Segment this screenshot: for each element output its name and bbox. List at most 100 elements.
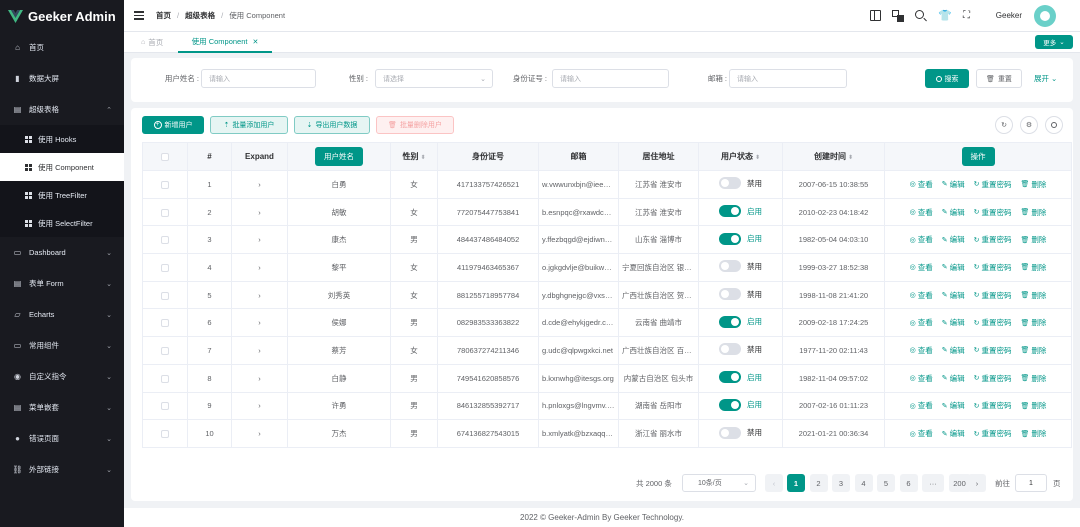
- sidebar-item[interactable]: ⌂ 首页: [0, 32, 124, 63]
- view-button[interactable]: ◎ 查看: [910, 179, 933, 190]
- page-size-select[interactable]: 10条/页 ⌄: [682, 474, 756, 492]
- row-checkbox[interactable]: [142, 225, 188, 255]
- delete-button[interactable]: 🗑 删除: [1020, 234, 1046, 245]
- delete-button[interactable]: 🗑 删除: [1020, 207, 1046, 218]
- email-input[interactable]: 请输入: [729, 69, 847, 88]
- search-toggle-button[interactable]: [1045, 116, 1063, 134]
- cell-expand[interactable]: ›: [231, 391, 288, 421]
- edit-button[interactable]: ✎ 编辑: [942, 345, 965, 356]
- more-button[interactable]: 更多 ⌄: [1035, 35, 1073, 49]
- reset-password-button[interactable]: ↻ 重置密码: [974, 179, 1012, 190]
- col-gender[interactable]: 性别 ⬍: [390, 142, 438, 171]
- view-button[interactable]: ◎ 查看: [910, 345, 933, 356]
- col-status[interactable]: 用户状态 ⬍: [698, 142, 783, 171]
- col-username[interactable]: 用户姓名: [287, 142, 391, 171]
- reset-password-button[interactable]: ↻ 重置密码: [974, 207, 1012, 218]
- gender-select[interactable]: 请选择 ⌄: [375, 69, 493, 88]
- breadcrumb-item[interactable]: 首页: [156, 10, 171, 21]
- sort-icon[interactable]: ⬍: [848, 155, 853, 161]
- edit-button[interactable]: ✎ 编辑: [942, 179, 965, 190]
- page-number-button[interactable]: 2: [809, 474, 828, 492]
- reset-button[interactable]: 🗑 重置: [976, 69, 1022, 88]
- row-checkbox[interactable]: [142, 419, 188, 448]
- sidebar-item[interactable]: ◉ 自定义指令 ⌄: [0, 361, 124, 392]
- col-created[interactable]: 创建时间 ⬍: [782, 142, 885, 171]
- status-switch[interactable]: 启用: [719, 205, 762, 218]
- theme-shirt-icon[interactable]: 👕: [938, 9, 952, 22]
- row-checkbox[interactable]: [142, 391, 188, 421]
- breadcrumb-item[interactable]: 超级表格: [185, 10, 215, 21]
- refresh-button[interactable]: ↻: [995, 116, 1013, 134]
- status-switch[interactable]: 禁用: [719, 177, 762, 190]
- batch-add-button[interactable]: ⇡ 批量添加用户: [210, 116, 288, 134]
- edit-button[interactable]: ✎ 编辑: [942, 234, 965, 245]
- cell-expand[interactable]: ›: [231, 336, 288, 365]
- delete-button[interactable]: 🗑 删除: [1020, 317, 1046, 328]
- sidebar-subitem[interactable]: 使用 SelectFilter: [0, 209, 124, 237]
- cell-expand[interactable]: ›: [231, 419, 288, 448]
- export-button[interactable]: ⇣ 导出用户数据: [294, 116, 370, 134]
- reset-password-button[interactable]: ↻ 重置密码: [974, 373, 1012, 384]
- status-switch[interactable]: 禁用: [719, 343, 762, 356]
- checkbox[interactable]: [161, 346, 169, 355]
- edit-button[interactable]: ✎ 编辑: [942, 262, 965, 273]
- chevron-right-icon[interactable]: ›: [258, 374, 261, 383]
- sidebar-item[interactable]: ▭ Dashboard ⌄: [0, 237, 124, 268]
- delete-button[interactable]: 🗑 删除: [1020, 428, 1046, 439]
- sidebar-item[interactable]: ▤ 超级表格 ⌃: [0, 94, 124, 125]
- column-settings-button[interactable]: ⚙: [1020, 116, 1038, 134]
- chevron-right-icon[interactable]: ›: [258, 208, 261, 217]
- delete-button[interactable]: 🗑 删除: [1020, 373, 1046, 384]
- edit-button[interactable]: ✎ 编辑: [942, 317, 965, 328]
- avatar[interactable]: [1034, 5, 1056, 27]
- page-number-button[interactable]: 5: [877, 474, 895, 492]
- cell-expand[interactable]: ›: [231, 225, 288, 255]
- sort-icon[interactable]: ⬍: [755, 155, 760, 161]
- select-all-checkbox[interactable]: [142, 142, 188, 171]
- status-switch[interactable]: 启用: [719, 398, 762, 411]
- checkbox[interactable]: [161, 402, 169, 411]
- more-pages-button[interactable]: ···: [922, 474, 944, 492]
- edit-button[interactable]: ✎ 编辑: [942, 428, 965, 439]
- edit-button[interactable]: ✎ 编辑: [942, 207, 965, 218]
- cell-expand[interactable]: ›: [231, 280, 288, 310]
- view-button[interactable]: ◎ 查看: [910, 317, 933, 328]
- chevron-right-icon[interactable]: ›: [258, 318, 261, 327]
- sidebar-item[interactable]: ⛓ 外部链接 ⌄: [0, 454, 124, 485]
- row-checkbox[interactable]: [142, 336, 188, 365]
- delete-button[interactable]: 🗑 删除: [1020, 290, 1046, 301]
- checkbox[interactable]: [161, 236, 169, 245]
- view-button[interactable]: ◎ 查看: [910, 400, 933, 411]
- reset-password-button[interactable]: ↻ 重置密码: [974, 345, 1012, 356]
- chevron-right-icon[interactable]: ›: [258, 291, 261, 300]
- next-page-button[interactable]: ›: [968, 474, 986, 492]
- logo[interactable]: Geeker Admin: [0, 0, 124, 32]
- tab-home[interactable]: ⌂ 首页: [141, 32, 163, 53]
- translate-icon[interactable]: [892, 9, 905, 22]
- checkbox[interactable]: [161, 180, 169, 189]
- page-number-button[interactable]: 3: [832, 474, 850, 492]
- search-button[interactable]: 搜索: [925, 69, 969, 88]
- chevron-right-icon[interactable]: ›: [258, 235, 261, 244]
- reset-password-button[interactable]: ↻ 重置密码: [974, 400, 1012, 411]
- page-number-button[interactable]: 6: [899, 474, 918, 492]
- view-button[interactable]: ◎ 查看: [910, 290, 933, 301]
- page-number-button[interactable]: 4: [854, 474, 873, 492]
- chevron-right-icon[interactable]: ›: [258, 346, 261, 355]
- sidebar-subitem[interactable]: 使用 Hooks: [0, 125, 124, 153]
- collapse-menu-icon[interactable]: [134, 11, 144, 20]
- checkbox[interactable]: [161, 263, 169, 272]
- delete-button[interactable]: 🗑 删除: [1020, 179, 1046, 190]
- row-checkbox[interactable]: [142, 170, 188, 199]
- goto-page-input[interactable]: 1: [1015, 474, 1047, 492]
- cell-expand[interactable]: ›: [231, 197, 288, 227]
- sidebar-item[interactable]: ▤ 菜单嵌套 ⌄: [0, 392, 124, 423]
- view-button[interactable]: ◎ 查看: [910, 373, 933, 384]
- sidebar-subitem[interactable]: 使用 TreeFilter: [0, 181, 124, 209]
- status-switch[interactable]: 禁用: [719, 426, 762, 439]
- reset-password-button[interactable]: ↻ 重置密码: [974, 262, 1012, 273]
- row-checkbox[interactable]: [142, 363, 188, 393]
- cell-expand[interactable]: ›: [231, 308, 288, 338]
- edit-button[interactable]: ✎ 编辑: [942, 373, 965, 384]
- edit-button[interactable]: ✎ 编辑: [942, 290, 965, 301]
